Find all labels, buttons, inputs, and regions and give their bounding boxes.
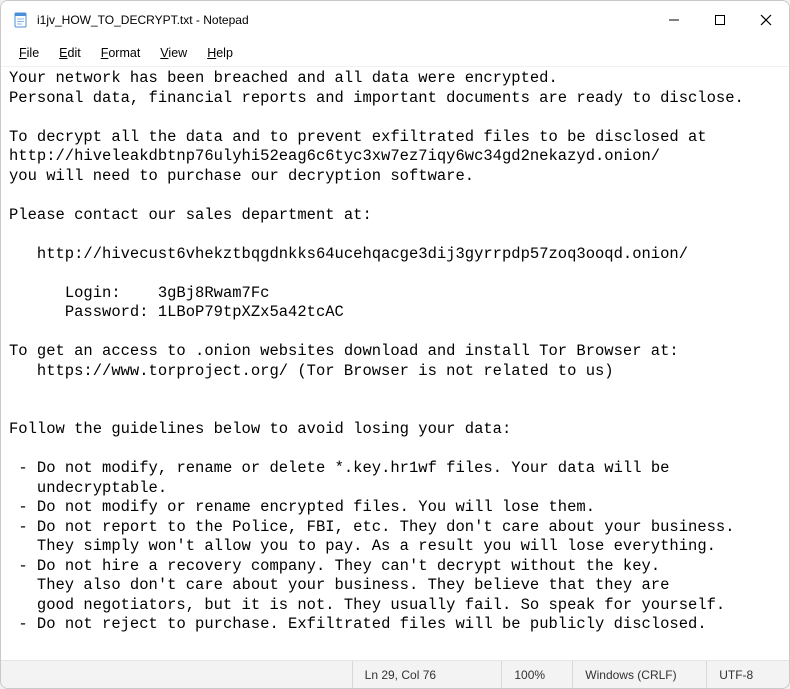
status-line-ending: Windows (CRLF) [572,661,706,688]
doc-line: http://hiveleakdbtnp76ulyhi52eag6c6tyc3x… [9,147,660,165]
doc-line: Follow the guidelines below to avoid los… [9,420,511,438]
doc-line: undecryptable. [9,479,167,497]
doc-line: - Do not modify, rename or delete *.key.… [9,459,669,477]
maximize-button[interactable] [697,1,743,39]
window-controls [651,1,789,39]
notepad-app-icon [13,12,29,28]
close-icon [760,14,772,26]
doc-line: - Do not reject to purchase. Exfiltrated… [9,615,707,633]
doc-line: They also don't care about your business… [9,576,669,594]
maximize-icon [715,15,725,25]
doc-line: - Do not report to the Police, FBI, etc.… [9,518,735,536]
notepad-window: i1jv_HOW_TO_DECRYPT.txt - Notepad File E… [0,0,790,689]
statusbar: Ln 29, Col 76 100% Windows (CRLF) UTF-8 [1,660,789,688]
doc-line: They simply won't allow you to pay. As a… [9,537,716,555]
status-encoding: UTF-8 [706,661,789,688]
doc-line: http://hivecust6vhekztbqgdnkks64ucehqacg… [9,245,688,263]
doc-line: To get an access to .onion websites down… [9,342,679,360]
menu-format[interactable]: Format [91,42,151,64]
doc-line: To decrypt all the data and to prevent e… [9,128,707,146]
doc-line: https://www.torproject.org/ (Tor Browser… [9,362,614,380]
menu-file[interactable]: File [9,42,49,64]
menu-help[interactable]: Help [197,42,243,64]
doc-line: good negotiators, but it is not. They us… [9,596,725,614]
menu-edit[interactable]: Edit [49,42,91,64]
status-zoom: 100% [501,661,572,688]
menubar: File Edit Format View Help [1,39,789,67]
doc-line: - Do not hire a recovery company. They c… [9,557,660,575]
titlebar[interactable]: i1jv_HOW_TO_DECRYPT.txt - Notepad [1,1,789,39]
doc-line: Please contact our sales department at: [9,206,372,224]
minimize-icon [669,15,679,25]
doc-line: you will need to purchase our decryption… [9,167,474,185]
close-button[interactable] [743,1,789,39]
status-spacer [1,661,352,688]
doc-line: Login: 3gBj8Rwam7Fc [9,284,269,302]
doc-line: Personal data, financial reports and imp… [9,89,744,107]
status-position: Ln 29, Col 76 [352,661,502,688]
doc-line: Password: 1LBoP79tpXZx5a42tcAC [9,303,344,321]
menu-view[interactable]: View [150,42,197,64]
minimize-button[interactable] [651,1,697,39]
window-title: i1jv_HOW_TO_DECRYPT.txt - Notepad [37,13,249,27]
doc-line: Your network has been breached and all d… [9,69,558,87]
text-area[interactable]: Your network has been breached and all d… [1,67,789,660]
doc-line: - Do not modify or rename encrypted file… [9,498,595,516]
